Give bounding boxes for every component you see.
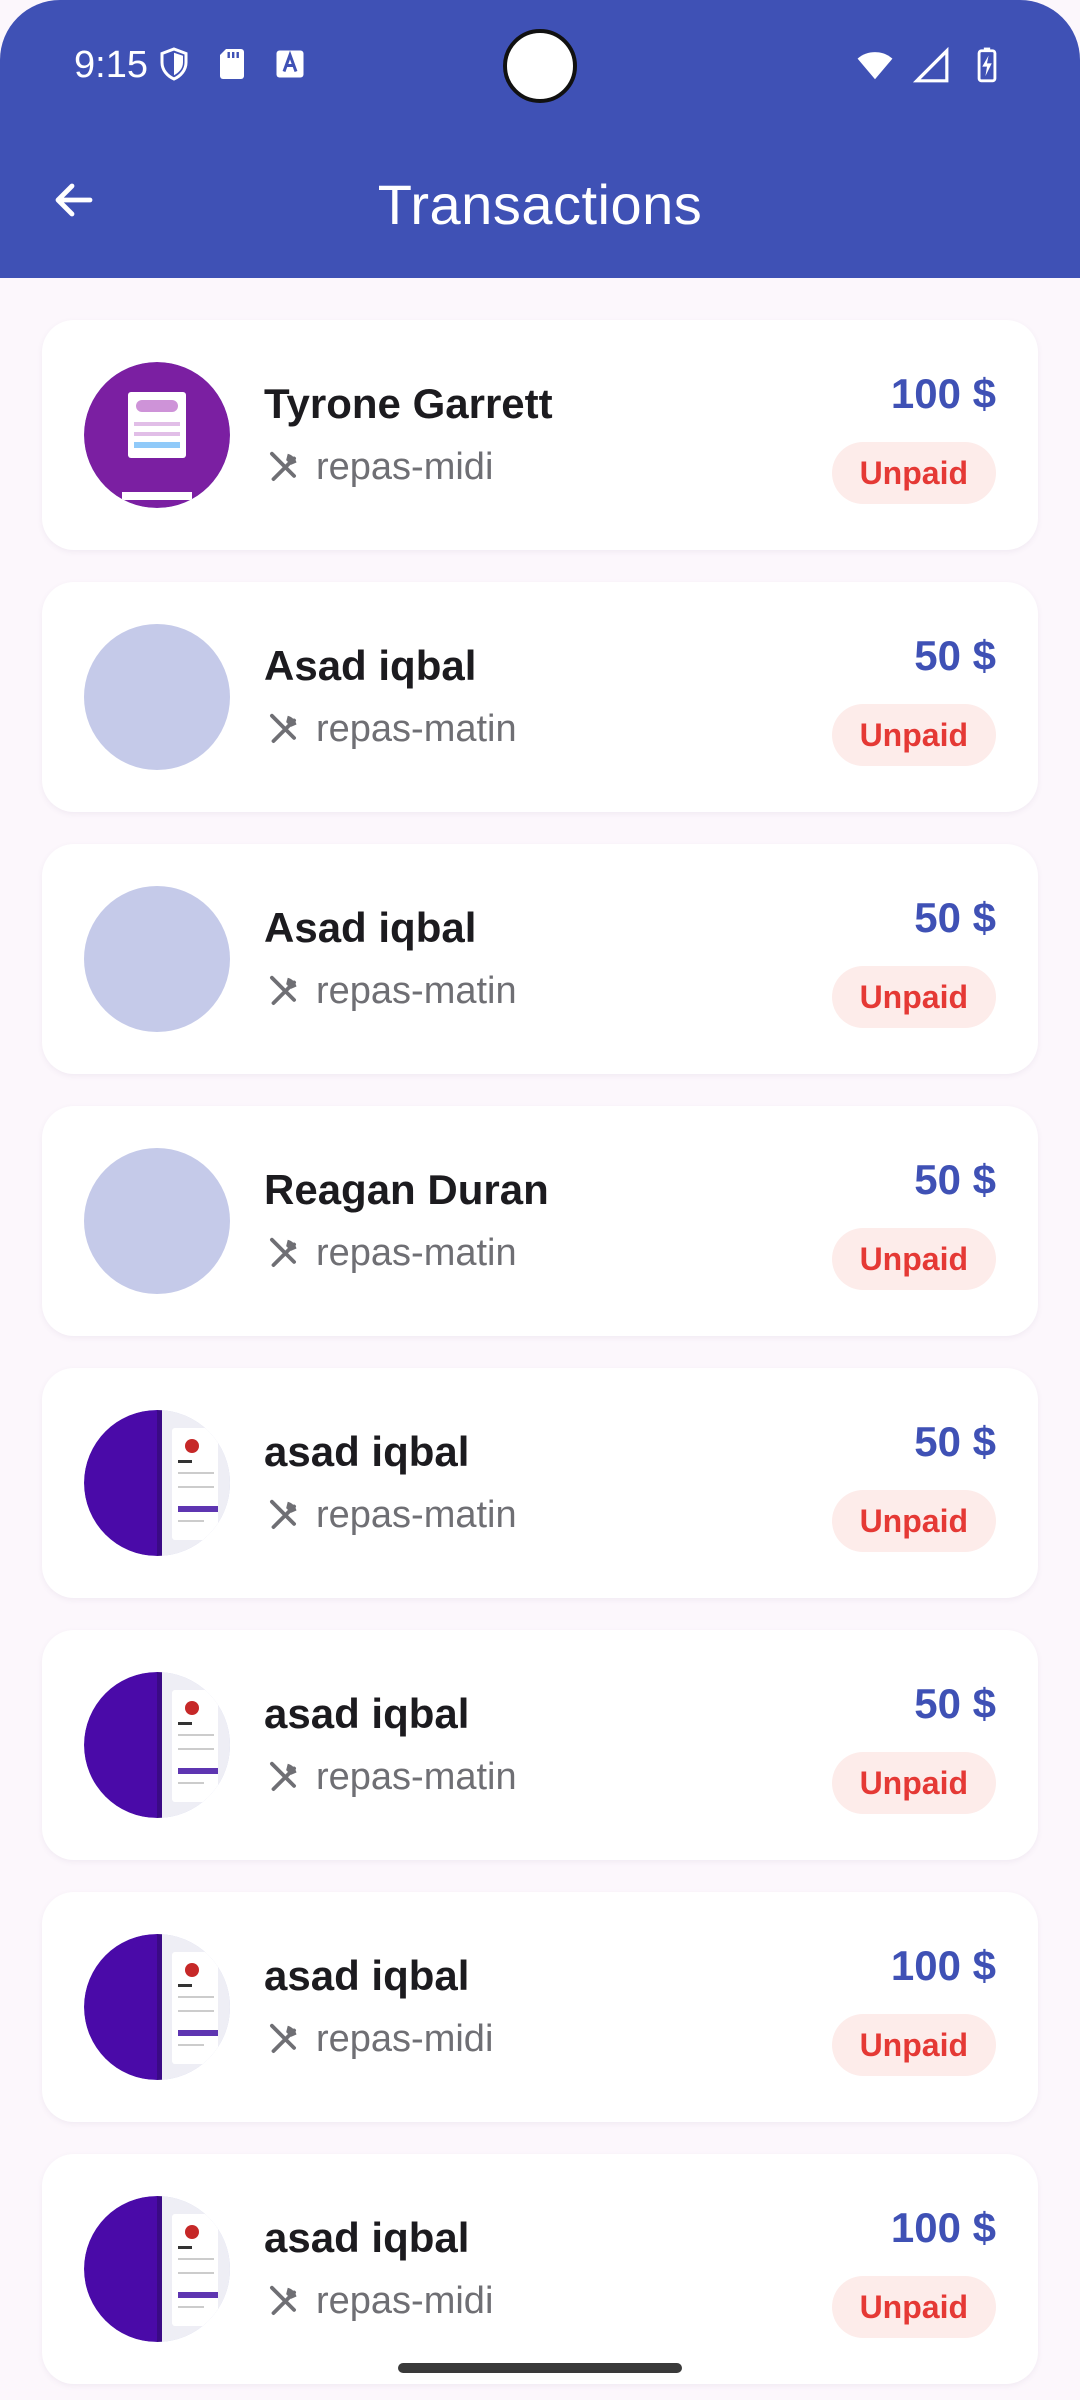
meal-type: repas-midi: [316, 446, 494, 488]
status-badge: Unpaid: [831, 966, 996, 1028]
wifi-icon: [856, 46, 894, 89]
transaction-card[interactable]: Asad iqbal repas-matin 50 $ Unpaid: [42, 844, 1038, 1074]
amount: 100 $: [890, 370, 996, 417]
meal-row: repas-matin: [264, 1494, 517, 1537]
meal-type: repas-matin: [316, 1756, 517, 1798]
amount: 50 $: [914, 1680, 996, 1727]
fork-knife-icon: [264, 2283, 302, 2321]
avatar: [84, 1148, 230, 1294]
meal-row: repas-matin: [264, 708, 517, 751]
camera-cutout: [503, 29, 577, 103]
page-title: Transactions: [377, 173, 703, 236]
fork-knife-icon: [264, 449, 302, 487]
amount: 50 $: [914, 894, 996, 941]
amount: 100 $: [890, 2204, 996, 2251]
status-badge: Unpaid: [831, 442, 996, 504]
transaction-card[interactable]: Tyrone Garrett repas-midi 100 $ Unpaid: [42, 320, 1038, 550]
customer-name: asad iqbal: [264, 2214, 470, 2261]
avatar: [84, 2196, 230, 2342]
customer-name: Tyrone Garrett: [264, 380, 553, 427]
status-badge: Unpaid: [831, 1752, 996, 1814]
amount: 50 $: [914, 1418, 996, 1465]
signal-icon: [912, 46, 950, 89]
transaction-card[interactable]: asad iqbal repas-matin 50 $ Unpaid: [42, 1368, 1038, 1598]
meal-row: repas-midi: [264, 2018, 493, 2061]
fork-knife-icon: [264, 1497, 302, 1535]
status-bar: 9:15: [0, 0, 1080, 132]
battery-charging-icon: [968, 46, 1006, 89]
meal-row: repas-matin: [264, 1232, 517, 1275]
amount: 100 $: [890, 1942, 996, 1989]
transaction-card[interactable]: Asad iqbal repas-matin 50 $ Unpaid: [42, 582, 1038, 812]
transaction-card[interactable]: asad iqbal repas-midi 100 $ Unpaid: [42, 1892, 1038, 2122]
fork-knife-icon: [264, 2021, 302, 2059]
app-bar: 9:15 Transactions: [0, 0, 1080, 278]
transaction-card[interactable]: asad iqbal repas-matin 50 $ Unpaid: [42, 1630, 1038, 1860]
customer-name: Reagan Duran: [264, 1166, 549, 1213]
avatar: [84, 1934, 230, 2080]
customer-name: asad iqbal: [264, 1428, 470, 1475]
amount: 50 $: [914, 1156, 996, 1203]
meal-row: repas-midi: [264, 2280, 493, 2323]
meal-row: repas-midi: [264, 446, 493, 489]
shield-icon: [156, 46, 192, 87]
meal-type: repas-matin: [316, 1232, 517, 1274]
fork-knife-icon: [264, 1235, 302, 1273]
avatar: [84, 1410, 230, 1556]
meal-type: repas-matin: [316, 708, 517, 750]
meal-row: repas-matin: [264, 1756, 517, 1799]
status-badge: Unpaid: [831, 704, 996, 766]
avatar: [84, 624, 230, 770]
meal-type: repas-midi: [316, 2018, 494, 2060]
transaction-card[interactable]: Reagan Duran repas-matin 50 $ Unpaid: [42, 1106, 1038, 1336]
avatar: [84, 1672, 230, 1818]
transaction-card[interactable]: asad iqbal repas-midi 100 $ Unpaid: [42, 2154, 1038, 2384]
fork-knife-icon: [264, 1759, 302, 1797]
fork-knife-icon: [264, 973, 302, 1011]
avatar: [84, 886, 230, 1032]
status-badge: Unpaid: [831, 1228, 996, 1290]
meal-type: repas-midi: [316, 2280, 494, 2322]
home-indicator[interactable]: [398, 2363, 682, 2373]
customer-name: Asad iqbal: [264, 642, 477, 689]
keyboard-a-icon: [272, 46, 308, 87]
meal-type: repas-matin: [316, 970, 517, 1012]
customer-name: asad iqbal: [264, 1690, 470, 1737]
customer-name: Asad iqbal: [264, 904, 477, 951]
meal-row: repas-matin: [264, 970, 517, 1013]
amount: 50 $: [914, 632, 996, 679]
fork-knife-icon: [264, 711, 302, 749]
avatar: [84, 362, 230, 508]
status-badge: Unpaid: [831, 1490, 996, 1552]
meal-type: repas-matin: [316, 1494, 517, 1536]
status-time: 9:15: [74, 44, 148, 86]
customer-name: asad iqbal: [264, 1952, 470, 1999]
status-badge: Unpaid: [831, 2014, 996, 2076]
status-badge: Unpaid: [831, 2276, 996, 2338]
sd-card-icon: [214, 46, 250, 87]
